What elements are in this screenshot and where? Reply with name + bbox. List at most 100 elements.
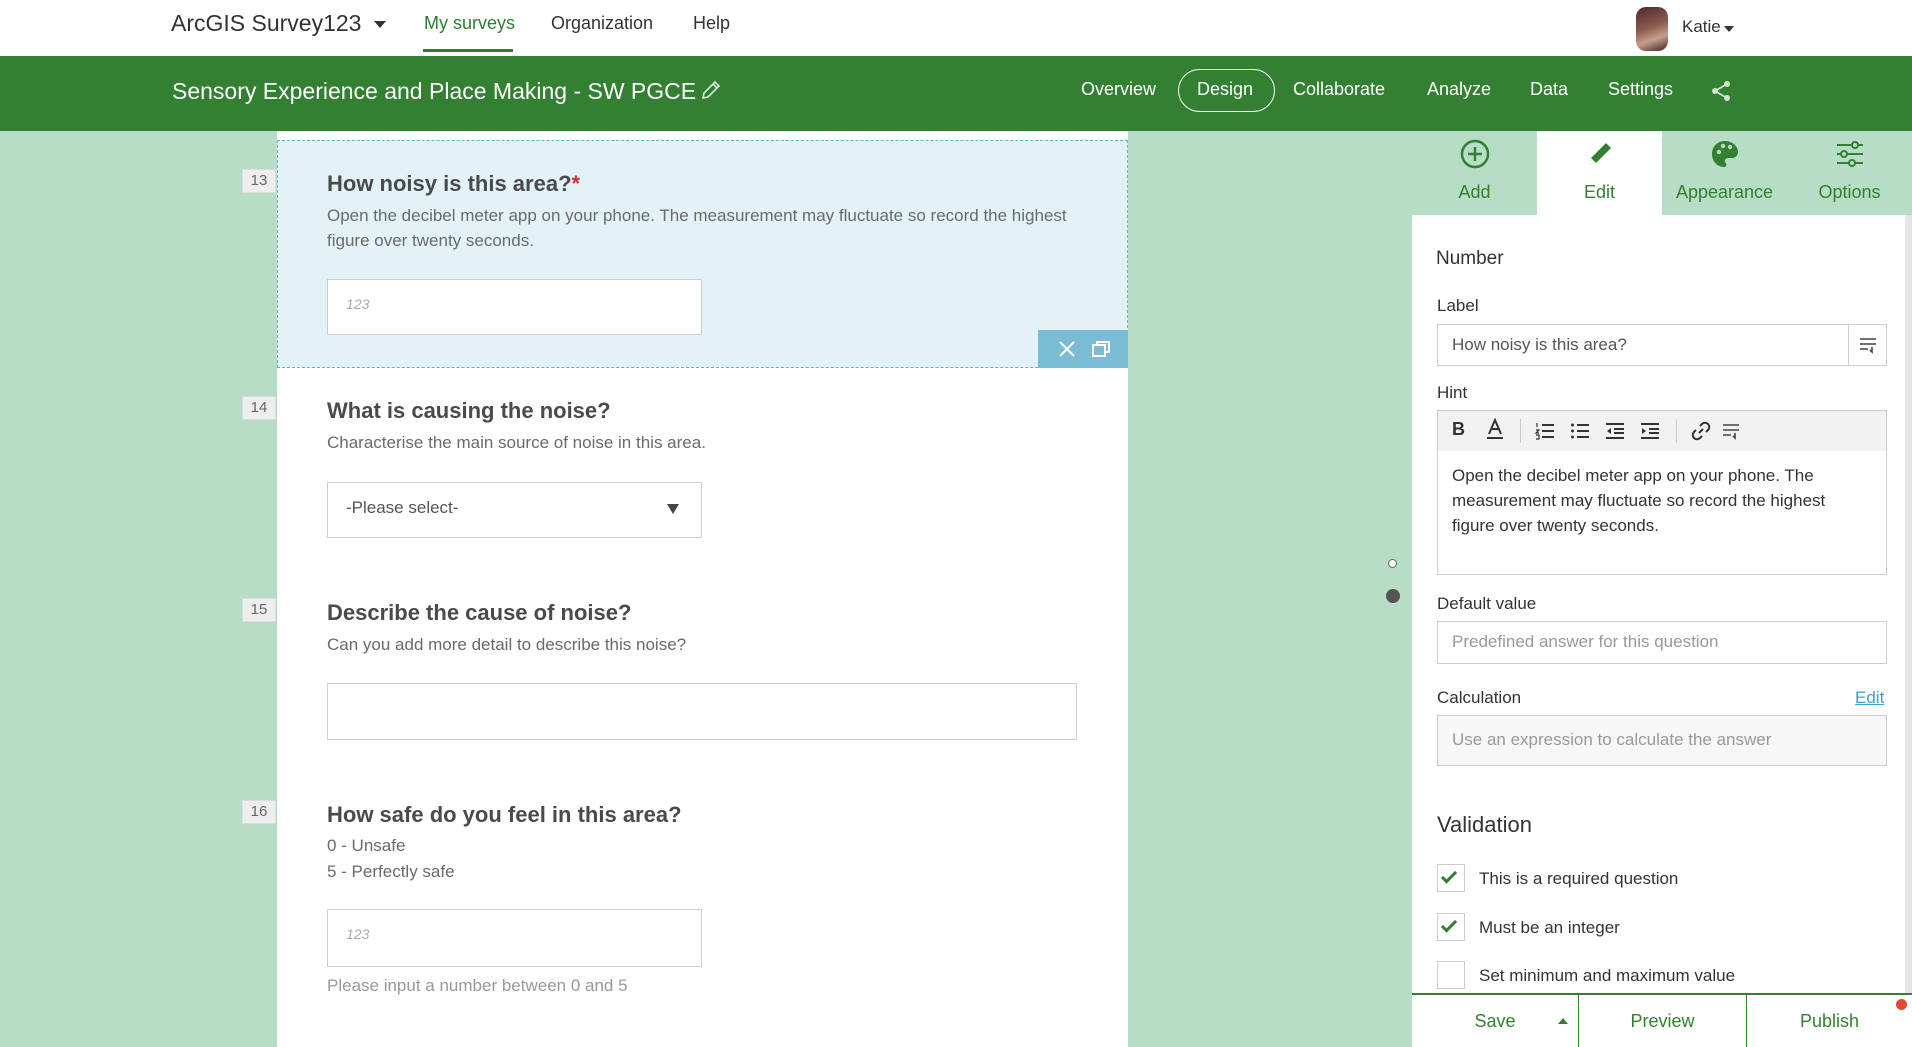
- default-value-input[interactable]: Predefined answer for this question: [1437, 621, 1887, 664]
- select-placeholder: -Please select-: [346, 498, 459, 517]
- edit-title-pencil-icon[interactable]: [700, 79, 722, 106]
- min-max-checkbox-label: Set minimum and maximum value: [1479, 966, 1736, 985]
- divider: [1520, 419, 1521, 443]
- number-placeholder-icon: 123: [346, 926, 370, 942]
- source-text-icon[interactable]: [1721, 422, 1741, 445]
- number-placeholder-icon: 123: [346, 296, 370, 312]
- checkmark-icon: [1440, 916, 1458, 933]
- label-field-title: Label: [1437, 296, 1479, 315]
- question-title: How noisy is this area?*: [327, 171, 580, 197]
- divider: [1676, 419, 1677, 443]
- question-hint-line: 5 - Perfectly safe: [327, 862, 455, 881]
- delete-question-icon[interactable]: [1058, 340, 1076, 363]
- default-value-title: Default value: [1437, 594, 1537, 613]
- required-marker: *: [571, 171, 581, 196]
- user-menu[interactable]: Katie: [1682, 17, 1721, 37]
- tab-appearance-label: Appearance: [1675, 182, 1774, 202]
- tab-design[interactable]: Design: [1197, 79, 1253, 100]
- select-dropdown[interactable]: -Please select-: [327, 482, 702, 538]
- link-icon[interactable]: [1691, 421, 1711, 446]
- default-value-placeholder: Predefined answer for this question: [1452, 632, 1719, 651]
- question-type-title: Number: [1436, 248, 1504, 269]
- tab-options-label: Options: [1818, 182, 1881, 202]
- hint-editor[interactable]: Open the decibel meter app on your phone…: [1437, 451, 1887, 575]
- hint-editor-text: Open the decibel meter app on your phone…: [1452, 466, 1826, 535]
- hint-editor-toolbar: B: [1437, 410, 1887, 452]
- panel-tabs: Add Edit Appearance Options: [1412, 131, 1912, 215]
- text-input[interactable]: [327, 683, 1077, 740]
- question-title-text: How noisy is this area?: [327, 171, 572, 196]
- question-title: What is causing the noise?: [327, 398, 611, 423]
- top-navigation: ArcGIS Survey123 My surveys Organization…: [0, 0, 1912, 56]
- save-options-caret-icon[interactable]: [1558, 1018, 1568, 1024]
- question-hint: Can you add more detail to describe this…: [327, 635, 687, 654]
- tab-options[interactable]: Options: [1787, 131, 1912, 215]
- survey-header: Sensory Experience and Place Making - SW…: [0, 56, 1912, 131]
- integer-checkbox[interactable]: [1437, 913, 1465, 941]
- tab-edit[interactable]: Edit: [1537, 131, 1662, 215]
- tab-data[interactable]: Data: [1530, 79, 1568, 100]
- number-input[interactable]: 123: [327, 909, 702, 967]
- calculation-title: Calculation: [1437, 688, 1522, 707]
- question-hint: Characterise the main source of noise in…: [327, 433, 706, 452]
- user-dropdown-icon[interactable]: [1724, 26, 1734, 32]
- checkmark-icon: [1440, 867, 1458, 884]
- action-bar: Save Preview Publish: [1412, 993, 1912, 1047]
- nav-organization[interactable]: Organization: [551, 13, 653, 34]
- bullet-list-icon[interactable]: [1570, 422, 1590, 445]
- share-icon[interactable]: [1710, 80, 1732, 107]
- publish-button[interactable]: Publish: [1747, 995, 1912, 1047]
- question-title: Describe the cause of noise?: [327, 600, 632, 625]
- question-number: 14: [242, 396, 276, 420]
- min-max-checkbox[interactable]: [1437, 961, 1465, 989]
- required-checkbox-label: This is a required question: [1479, 869, 1679, 888]
- tab-add[interactable]: Add: [1412, 131, 1537, 215]
- tab-collaborate[interactable]: Collaborate: [1293, 79, 1385, 100]
- duplicate-question-icon[interactable]: [1091, 340, 1111, 363]
- calculation-input[interactable]: Use an expression to calculate the answe…: [1437, 715, 1887, 766]
- tab-overview[interactable]: Overview: [1081, 79, 1156, 100]
- number-input[interactable]: 123: [327, 279, 702, 335]
- scroll-position-dot[interactable]: [1388, 559, 1397, 568]
- question-hint: Open the decibel meter app on your phone…: [327, 206, 1067, 250]
- brand-dropdown-icon[interactable]: [374, 21, 386, 28]
- app-brand[interactable]: ArcGIS Survey123: [171, 10, 361, 37]
- sliders-icon: [1834, 138, 1866, 175]
- survey-title: Sensory Experience and Place Making - SW…: [172, 78, 697, 104]
- question-number: 16: [242, 800, 276, 824]
- tab-edit-label: Edit: [1583, 182, 1616, 202]
- nav-help[interactable]: Help: [693, 13, 730, 34]
- nav-my-surveys[interactable]: My surveys: [424, 13, 515, 34]
- question-hint-line: 0 - Unsafe: [327, 836, 406, 855]
- ordered-list-icon[interactable]: [1534, 422, 1555, 445]
- calculation-placeholder: Use an expression to calculate the answe…: [1452, 730, 1772, 749]
- font-color-icon[interactable]: [1486, 417, 1504, 445]
- indent-icon[interactable]: [1640, 422, 1660, 445]
- calculation-edit-link[interactable]: Edit: [1855, 688, 1884, 708]
- tab-analyze[interactable]: Analyze: [1427, 79, 1491, 100]
- panel-scrollbar[interactable]: [1905, 215, 1912, 995]
- unpublished-changes-dot: [1896, 999, 1907, 1010]
- tab-appearance[interactable]: Appearance: [1662, 131, 1787, 215]
- validation-title: Validation: [1437, 812, 1532, 837]
- question-number: 13: [242, 169, 276, 193]
- divider: [1848, 325, 1849, 365]
- label-input[interactable]: How noisy is this area?: [1437, 324, 1887, 366]
- tab-settings[interactable]: Settings: [1608, 79, 1673, 100]
- bold-icon[interactable]: B: [1452, 419, 1465, 440]
- outdent-icon[interactable]: [1605, 422, 1625, 445]
- question-title: How safe do you feel in this area?: [327, 802, 682, 827]
- label-input-value: How noisy is this area?: [1452, 335, 1627, 354]
- hint-field-title: Hint: [1437, 383, 1468, 402]
- nav-active-indicator: [423, 49, 513, 52]
- palette-icon: [1709, 138, 1741, 175]
- validation-note: Please input a number between 0 and 5: [327, 976, 628, 995]
- question-number: 15: [242, 598, 276, 622]
- preview-button[interactable]: Preview: [1579, 995, 1746, 1047]
- rich-text-icon[interactable]: [1858, 336, 1878, 359]
- question-toolbar: [1038, 330, 1128, 368]
- required-checkbox[interactable]: [1437, 864, 1465, 892]
- save-button[interactable]: Save: [1412, 995, 1578, 1047]
- scroll-position-dot-active[interactable]: [1386, 589, 1400, 603]
- user-avatar[interactable]: [1636, 7, 1668, 51]
